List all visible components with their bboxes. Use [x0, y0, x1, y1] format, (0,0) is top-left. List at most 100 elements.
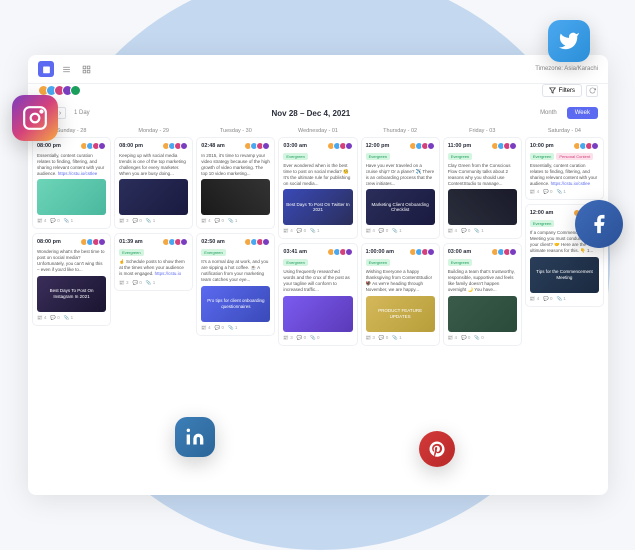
post-card[interactable]: 12:00 pmEvergreenHave you ever traveled … [361, 137, 440, 239]
post-card[interactable]: 03:00 amEvergreenEver wondered when is t… [278, 137, 357, 239]
calendar-header: ‹ › 1 Day Nov 28 – Dec 4, 2021 Month Wee… [28, 101, 608, 125]
app-window: Timezone: Asia/Karachi Filters ‹ › 1 Day… [28, 55, 608, 495]
card-avatars [491, 142, 517, 150]
card-footer: 📰 4💬 0📎 1 [201, 218, 270, 224]
card-text: Ever wondered when is the best time to p… [283, 163, 352, 186]
facebook-icon [575, 200, 623, 248]
card-avatars [491, 248, 517, 256]
post-card[interactable]: 10:00 pmEvergreenPersonal ContentEssenti… [525, 137, 604, 200]
card-image [448, 189, 517, 225]
card-time: 1:00:00 am [366, 249, 394, 255]
calendar-view-button[interactable] [38, 61, 54, 77]
card-image: Marketing Client Onboarding Checklist [366, 189, 435, 225]
card-footer: 📰 4💬 0📎 1 [530, 189, 599, 195]
card-time: 08:00 pm [37, 239, 61, 245]
pinterest-icon [419, 431, 455, 467]
day-header: Monday - 29 [114, 125, 193, 137]
subheader-bar: Filters [28, 84, 608, 101]
post-card[interactable]: 11:00 pmEvergreenClay Green from the Con… [443, 137, 522, 239]
footer-stat: 📰 4 [283, 228, 292, 234]
list-view-button[interactable] [58, 61, 74, 77]
card-time: 03:00 am [448, 249, 472, 255]
post-card[interactable]: 02:48 amIn 2015, it's time to revamp you… [196, 137, 275, 229]
card-text: Essentially, content curation relates to… [37, 153, 106, 176]
footer-stat: 💬 0 [461, 228, 470, 234]
card-image: Best Days To Post On Twitter In 2021 [283, 189, 352, 225]
card-text: Have you ever traveled on a cruise ship?… [366, 163, 435, 186]
card-avatars [244, 142, 270, 150]
footer-stat: 💬 0 [543, 296, 552, 302]
footer-stat: 📎 1 [392, 228, 401, 234]
card-time: 03:00 am [283, 143, 307, 149]
post-card[interactable]: 03:00 amEvergreenBuilding a team that's … [443, 243, 522, 345]
card-avatars [573, 142, 599, 150]
footer-stat: 💬 0 [297, 335, 306, 341]
post-card[interactable]: 02:50 amEvergreenIt's a normal day at wo… [196, 233, 275, 335]
month-toggle[interactable]: Month [532, 107, 565, 119]
card-footer: 📰 3💬 0📎 1 [366, 335, 435, 341]
card-footer: 📰 4💬 0📎 0 [448, 335, 517, 341]
refresh-button[interactable] [586, 85, 598, 97]
card-image [201, 179, 270, 215]
card-text: Using frequently researched words and th… [283, 269, 352, 292]
twitter-icon [548, 20, 590, 62]
period-toggle: Month Week [532, 107, 598, 119]
card-text: Keeping up with social media trends is o… [119, 153, 188, 176]
post-card[interactable]: 01:39 amEvergreen☝️ Schedule posts to sh… [114, 233, 193, 291]
card-time: 10:00 pm [530, 143, 554, 149]
card-link[interactable]: https://cstu.io/cstlee [58, 171, 98, 176]
week-toggle[interactable]: Week [567, 107, 598, 119]
card-text: Wishing Everyone a happy thanksgiving fr… [366, 269, 435, 292]
card-avatars [409, 142, 435, 150]
tag: Personal Content [556, 153, 593, 160]
range-filter[interactable]: 1 Day [74, 110, 90, 116]
footer-stat: 💬 0 [379, 228, 388, 234]
filters-button[interactable]: Filters [542, 84, 582, 97]
footer-stat: 💬 0 [215, 218, 224, 224]
card-text: It's a normal day at work, and you are s… [201, 259, 270, 282]
card-footer: 📰 4💬 0📎 1 [530, 296, 599, 302]
post-card[interactable]: 03:41 amEvergreenUsing frequently resear… [278, 243, 357, 345]
card-image [119, 179, 188, 215]
card-footer: 📰 4💬 0📎 1 [366, 228, 435, 234]
post-card[interactable]: 1:00:00 amEvergreenWishing Everyone a ha… [361, 243, 440, 345]
footer-stat: 📰 3 [119, 218, 128, 224]
footer-stat: 📰 4 [37, 315, 46, 321]
post-card[interactable]: 08:00 pmEssentially, content curation re… [32, 137, 111, 229]
card-text: Clay Green from the Conscious Flow Commu… [448, 163, 517, 186]
top-bar-right: Timezone: Asia/Karachi [535, 66, 598, 72]
card-avatars [327, 142, 353, 150]
footer-stat: 📎 1 [64, 218, 73, 224]
day-header: Tuesday - 30 [196, 125, 275, 137]
card-footer: 📰 4💬 0📎 1 [37, 218, 106, 224]
day-header: Saturday - 04 [525, 125, 604, 137]
day-header: Friday - 03 [443, 125, 522, 137]
footer-stat: 📰 4 [201, 325, 210, 331]
card-link[interactable]: https://cstu.io [155, 271, 182, 276]
footer-stat: 💬 0 [215, 325, 224, 331]
tag: Evergreen [119, 249, 143, 256]
avatar[interactable] [70, 85, 81, 96]
footer-stat: 📎 1 [474, 228, 483, 234]
footer-stat: 💬 0 [461, 335, 470, 341]
post-card[interactable]: 08:00 pmKeeping up with social media tre… [114, 137, 193, 229]
view-switcher [38, 61, 94, 77]
post-card[interactable]: 08:00 pm Wondering what's the best time t… [32, 233, 111, 325]
footer-stat: 📎 0 [474, 335, 483, 341]
day-column: Friday - 0311:00 pmEvergreenClay Green f… [443, 125, 522, 495]
card-footer: 📰 3💬 0📎 1 [119, 218, 188, 224]
grid-view-button[interactable] [78, 61, 94, 77]
card-time: 01:39 am [119, 239, 143, 245]
top-bar: Timezone: Asia/Karachi [28, 55, 608, 84]
footer-stat: 📎 1 [64, 315, 73, 321]
card-footer: 📰 4💬 0📎 1 [448, 228, 517, 234]
card-time: 03:41 am [283, 249, 307, 255]
card-image [283, 296, 352, 332]
day-header: Thursday - 02 [361, 125, 440, 137]
footer-stat: 📰 3 [366, 335, 375, 341]
card-text: In 2015, it's time to revamp your video … [201, 153, 270, 176]
card-image: Pro tips for client onboarding questionn… [201, 286, 270, 322]
card-link[interactable]: https://cstu.io/cstlee [551, 181, 591, 186]
card-image: Best Days To Post On Instagram In 2021 [37, 276, 106, 312]
card-text: Wondering what's the best time to post o… [37, 249, 106, 272]
